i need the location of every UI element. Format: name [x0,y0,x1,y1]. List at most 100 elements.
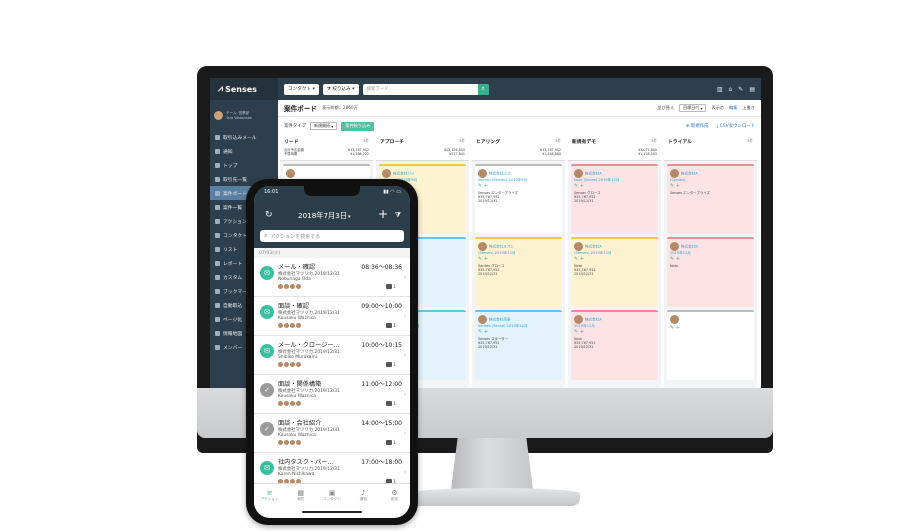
nav-icon [215,232,220,238]
deal-card[interactable]: 株式会社B 2019年12月 ✎ + Note [667,237,754,307]
brand-logo[interactable]: ⩘ Senses [210,78,278,100]
add-icon[interactable]: + [484,329,488,335]
deal-card[interactable]: 株式会社A 2019年12月 ✎ + Note ¥35,767,952 2019/12/3… [571,310,658,380]
filter-button[interactable]: ⧩ 絞り込み ▾ [322,83,359,95]
sidebar-item[interactable]: トップ [210,158,278,172]
action-search-input[interactable]: ⌕ アクションを検索する [260,230,404,242]
column-title: 新規有デモ [572,140,596,145]
card-company[interactable]: 株式会社A [585,172,602,176]
edit-icon[interactable]: ✎ [574,329,578,335]
sidebar-item[interactable]: 通知 [210,144,278,158]
add-icon[interactable]: + [676,325,680,331]
add-icon[interactable]: + [484,256,488,262]
deal-card[interactable]: 株式会社A Note (Sense) 2019年12月 ✎ + Senses グロース… [571,164,658,234]
edit-icon[interactable]: ✎ [574,256,578,262]
participant-avatars [278,401,301,406]
add-icon[interactable]: + [580,183,584,189]
add-icon[interactable]: + [580,256,584,262]
deal-card[interactable]: 株式会社A (Senses) 2019年12月 ✎ + Note ¥35,767,952… [571,237,658,307]
search-icon[interactable]: ⌕ [477,83,489,95]
deal-type-select[interactable]: 新規開拓 ▾ [309,122,338,130]
card-actions: ✎ + [670,183,751,189]
tab-item[interactable]: ⚙ 設定 [379,484,410,507]
edit-icon[interactable]: ✎ [670,183,674,189]
deal-card[interactable]: ✎ + [667,310,754,380]
sort-select[interactable]: 目標日付 ▾ [679,104,707,112]
edit-link[interactable]: 編集 [729,105,737,111]
check-icon[interactable]: ✓ [260,383,274,397]
sidebar-item-label: コンタクト [223,233,247,239]
edit-icon[interactable]: ✎ [478,183,482,189]
nav-icon [215,260,220,266]
sum-label: 予算時期 [284,152,298,157]
board-column: ヒアリング 3件 ¥35,767,952 ¥1,446,880 株式会社ぶぶ Senses… [472,136,565,388]
deal-card[interactable]: 株式会社商事 Senses (Sense) 2019年12月 ✎ + Senses ス… [475,310,562,380]
add-icon[interactable]: + [676,183,680,189]
user-name: Taro Watanabe [226,115,252,120]
participant-avatars [278,323,301,328]
list-item[interactable]: ✉ メール・確認 08:36～08:36 株式会社マツリカ,2019/12/31 Nob… [254,258,410,297]
mail-icon[interactable]: ✉ [260,266,274,280]
overwrite-link[interactable]: 上書き [742,105,755,111]
add-icon[interactable]: + [676,256,680,262]
mail-icon[interactable]: ✉ [260,344,274,358]
action-title: 面談・関係構築 [278,381,322,388]
card-owner: Senses エンタープライズ [670,190,710,195]
add-icon[interactable]: + [378,207,388,221]
column-summary: ¥22,124,055 ¥227,841 [376,147,469,161]
card-company[interactable]: 株式会社A [585,318,602,322]
column-header: リード 3件 [280,136,373,147]
deal-card[interactable]: 株式会社ぶぶ Senses (Senses) 2019年9月 ✎ + Senses エ… [475,164,562,234]
refine-button[interactable]: 案件絞り込み [341,121,375,131]
edit-icon[interactable]: ✎ [670,325,674,331]
filter-icon[interactable]: ⧩ [395,211,401,220]
list-item[interactable]: ✉ メール・クロージー... 10:00～10:15 株式会社マツリカ,2019/12… [254,336,410,375]
list-item[interactable]: ✓ 面談・関係構築 11:00～12:00 株式会社マツリカ,2019/12/31 Ko… [254,375,410,414]
card-company[interactable]: 株式会社B [681,245,698,249]
sidebar-item[interactable]: 取引込みメール [210,130,278,144]
topbar-icons: ▥ ⌂ ✎ ▤ [717,86,755,93]
comment-count: 1 [386,362,396,368]
contact-select[interactable]: コンタクト ▾ [284,83,319,95]
home-icon[interactable]: ⌂ [728,86,732,93]
card-company[interactable]: 株式会社商事 [489,318,511,322]
tab-item[interactable]: ≡ アクション [254,484,285,507]
card-company[interactable]: 株式会社A [585,245,602,249]
list-item[interactable]: ✉ 面談・確認 09:00～10:00 株式会社マツリカ,2019/12/31 Kous… [254,297,410,336]
mail-icon[interactable]: ✉ [260,461,274,475]
column-summary: ¥35,767,952 ¥1,446,880 [472,147,565,161]
refresh-icon[interactable]: ↻ [265,210,273,220]
tab-item[interactable]: ▦ 案件 [285,484,316,507]
action-person: Kousaku Waznica [278,316,316,321]
card-company[interactable]: 株式会社スオン [489,245,514,249]
add-icon[interactable]: + [580,329,584,335]
tab-item[interactable]: ♪ 通知 [348,484,379,507]
edit-icon[interactable]: ✎ [478,329,482,335]
deal-card[interactable]: 株式会社スオン (Senses) 2019年12月 ✎ + Senses グロース ¥3… [475,237,562,307]
check-icon[interactable]: ✓ [260,422,274,436]
book-icon[interactable]: ▥ [717,86,723,93]
edit-icon[interactable]: ✎ [574,183,578,189]
card-company[interactable]: 株式会社A [681,172,698,176]
tab-item[interactable]: ▣ コンタクト [316,484,347,507]
mail-icon[interactable]: ✉ [260,305,274,319]
user-block[interactable]: チーム: 営業部 Taro Watanabe [210,100,278,130]
edit-icon[interactable]: ✎ [478,256,482,262]
card-date: 2019/12/31 [478,199,498,204]
sum-value: ¥1,266,222 [350,152,369,157]
column-title: リード [284,140,299,145]
csv-download-link[interactable]: ⤓ CSVダウンロード [716,123,755,129]
deal-card[interactable]: 株式会社A (Senses) ✎ + Senses エンタープライズ [667,164,754,234]
card-company[interactable]: 株式会社ぶぶ [489,172,511,176]
menu-icon[interactable]: ▤ [749,86,755,93]
card-company[interactable]: 株式会社ガイ [393,172,415,176]
search-input[interactable]: 検索ワード ⌕ [362,83,489,95]
list-item[interactable]: ✓ 面談・会社紹介 14:00～15:00 株式会社マツリカ,2019/12/31 Ko… [254,414,410,453]
date-picker[interactable]: 2018年7月3日▾ [298,211,351,221]
chevron-right-icon: › [403,352,406,359]
add-icon[interactable]: + [484,183,488,189]
edit-icon[interactable]: ✎ [670,256,674,262]
pen-icon[interactable]: ✎ [738,86,743,93]
new-deal-link[interactable]: ⊕ 新規作成 [686,123,709,129]
chevron-right-icon: › [403,274,406,281]
